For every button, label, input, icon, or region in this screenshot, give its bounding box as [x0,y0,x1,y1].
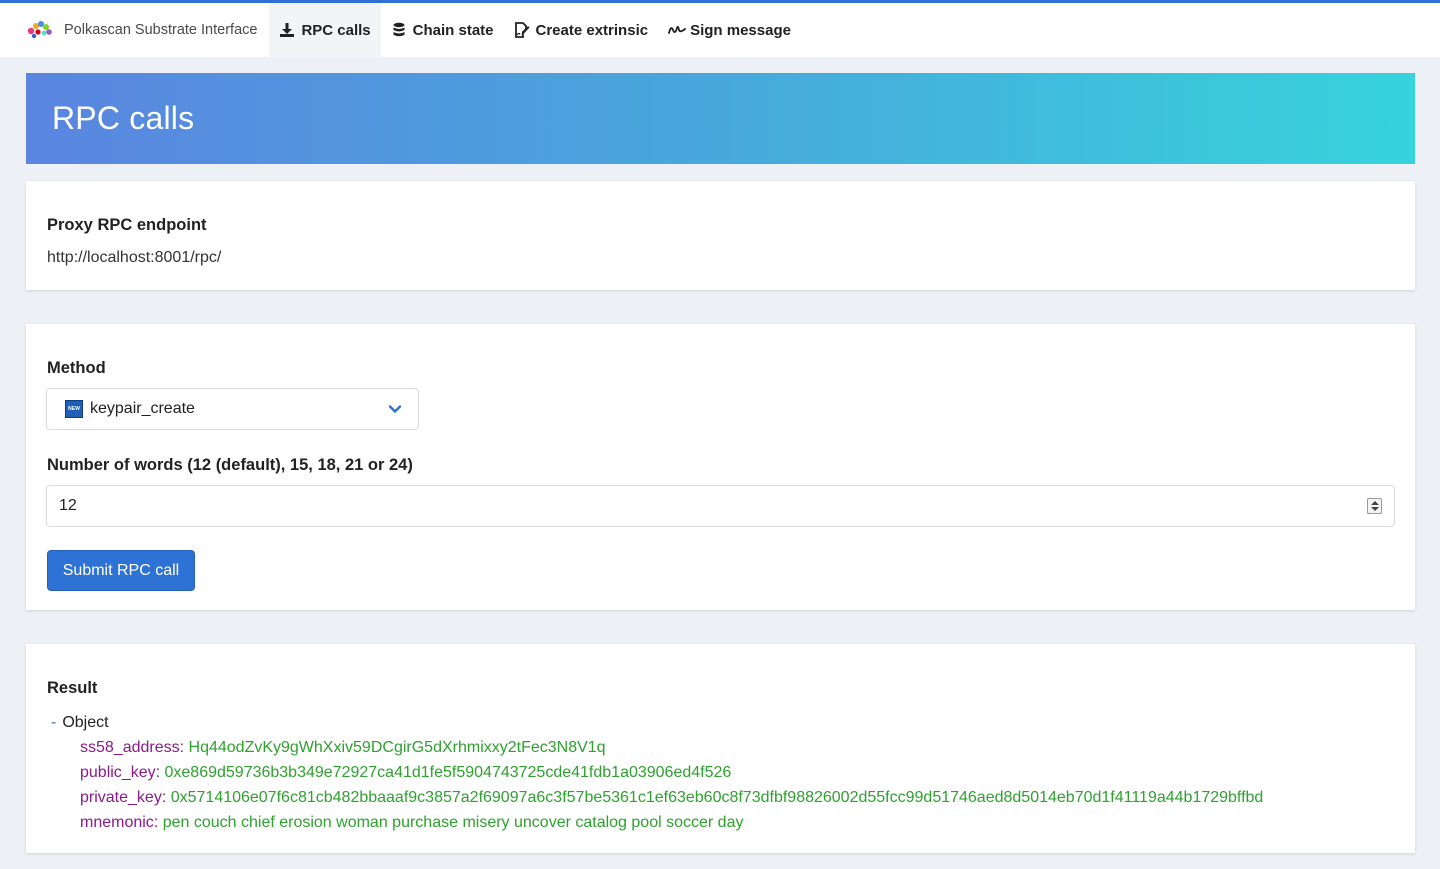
nav-item-rpc-calls[interactable]: RPC calls [269,3,381,57]
brand[interactable]: Polkascan Substrate Interface [0,3,269,57]
words-number-input[interactable]: 12 [46,485,1395,527]
new-badge-icon: NEW [65,400,83,418]
nav-item-label: Sign message [690,21,791,39]
page-hero-banner: RPC calls [26,73,1415,164]
words-input-value: 12 [59,497,77,514]
result-tree: - Object ss58_address: Hq44odZvKy9gWhXxiv… [51,710,1263,835]
database-icon [391,22,407,38]
signature-icon [668,22,686,38]
tree-value: Hq44odZvKy9gWhXxiv59DCgirG5dXrhmixxy2tFe… [188,739,606,756]
words-label: Number of words (12 (default), 15, 18, 2… [47,456,413,474]
result-label: Result [47,679,98,697]
tree-row-private-key: private_key: 0x5714106e07f6c81cb482bbaaa… [80,789,1264,806]
download-icon [279,22,295,38]
rpc-form-card: Method NEW keypair_create Number of word… [26,324,1415,610]
nav-item-chain-state[interactable]: Chain state [381,3,504,57]
nav-item-label: Chain state [412,21,494,39]
brand-name: Polkascan Substrate Interface [64,22,258,38]
collapse-toggle[interactable]: - [51,714,56,731]
top-navbar: Polkascan Substrate Interface RPC calls … [0,3,1440,57]
tree-root: - Object [51,710,1263,735]
file-signature-icon [514,22,530,38]
method-select-value: keypair_create [90,400,195,417]
tree-value: pen couch chief erosion woman purchase m… [162,814,744,831]
page-title: RPC calls [52,100,195,136]
chevron-down-icon [388,402,402,416]
nav-item-sign-message[interactable]: Sign message [658,3,801,57]
submit-rpc-button[interactable]: Submit RPC call [47,550,195,591]
endpoint-card: Proxy RPC endpoint http://localhost:8001… [26,181,1415,290]
number-spinner[interactable] [1367,498,1382,514]
tree-key: private_key [80,789,162,806]
nav-item-label: Create extrinsic [535,21,649,39]
endpoint-label: Proxy RPC endpoint [47,216,207,234]
method-select[interactable]: NEW keypair_create [46,388,419,430]
tree-key: public_key [80,764,156,781]
tree-value: 0x5714106e07f6c81cb482bbaaaf9c3857a2f690… [170,789,1264,806]
tree-key: mnemonic [80,814,154,831]
tree-value: 0xe869d59736b3b349e72927ca41d1fe5f590474… [164,764,732,781]
tree-row-mnemonic: mnemonic: pen couch chief erosion woman … [80,814,744,831]
tree-row-ss58-address: ss58_address: Hq44odZvKy9gWhXxiv59DCgirG… [80,739,606,756]
nav-item-create-extrinsic[interactable]: Create extrinsic [504,3,659,57]
tree-key: ss58_address [80,739,180,756]
nav-item-label: RPC calls [301,21,371,39]
result-card: Result - Object ss58_address: Hq44odZvKy9… [26,644,1415,853]
polkascan-logo-icon [26,19,54,41]
tree-row-public-key: public_key: 0xe869d59736b3b349e72927ca41… [80,764,732,781]
method-label: Method [47,359,106,377]
endpoint-url: http://localhost:8001/rpc/ [47,249,222,266]
tree-root-label: Object [62,714,109,731]
